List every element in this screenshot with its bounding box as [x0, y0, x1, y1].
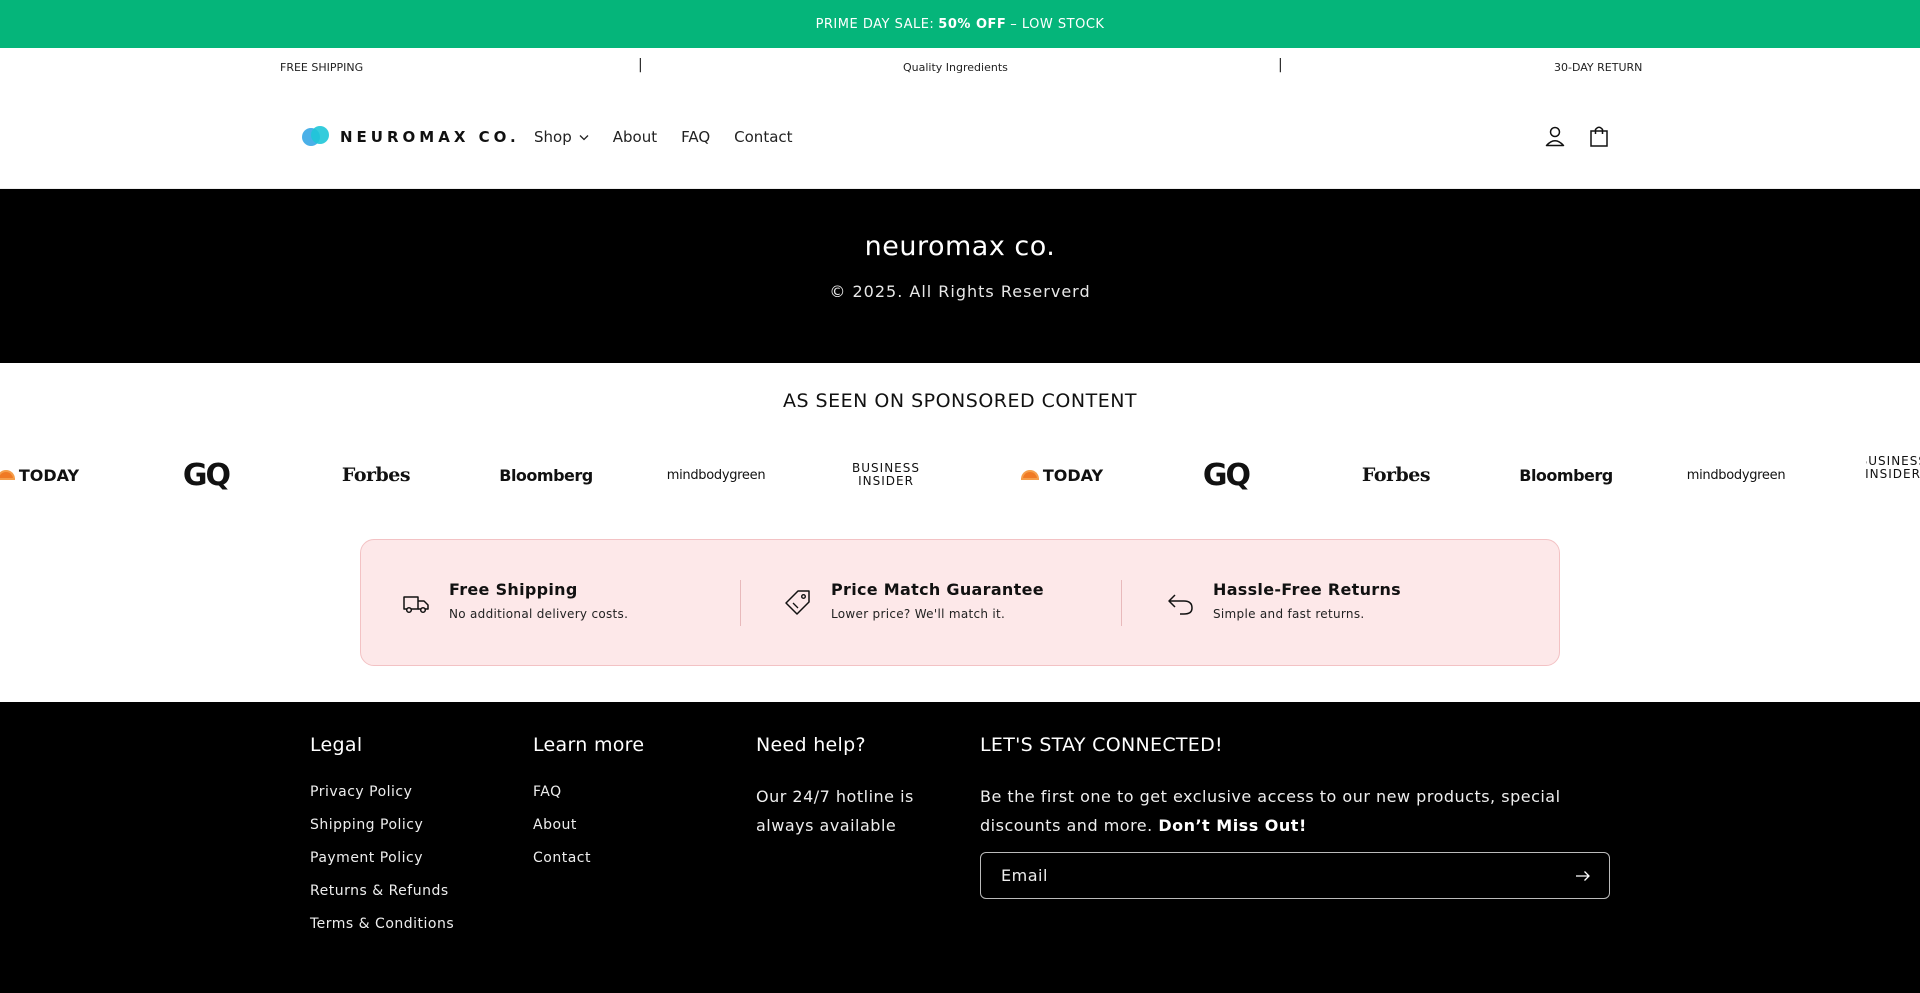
perk-quality-ingredients: Quality Ingredients [903, 61, 1008, 74]
press-logo-label: TODAY [18, 465, 80, 485]
footer-need-help: Need help? Our 24/7 hotline is always av… [756, 734, 946, 840]
guarantee-divider [1121, 580, 1122, 626]
guarantee-title: Free Shipping [449, 580, 578, 599]
logo-icon [302, 126, 329, 148]
footer-heading: Learn more [533, 734, 645, 756]
return-arrow-icon [1168, 594, 1193, 615]
newsletter-form [980, 852, 1610, 899]
perk-free-shipping: FREE SHIPPING [280, 61, 364, 74]
footer-link-faq[interactable]: FAQ [533, 784, 644, 800]
guarantee-subtitle: Simple and fast returns. [1213, 607, 1365, 621]
guarantee-divider [740, 580, 741, 626]
truck-icon [403, 596, 429, 614]
footer-link-returns-refunds[interactable]: Returns & Refunds [310, 883, 454, 899]
press-logo-gq: GQ [1186, 455, 1266, 495]
banner-title: neuromax co. [864, 231, 1056, 262]
arrow-right-icon[interactable] [1575, 870, 1591, 882]
announcement-prefix: PRIME DAY SALE: [815, 16, 935, 32]
account-icon[interactable] [1544, 124, 1566, 148]
perks-strip: FREE SHIPPING | Quality Ingredients | 30… [0, 48, 1920, 88]
perk-30-day-return: 30-DAY RETURN [1554, 61, 1643, 74]
newsletter-text: Be the first one to get exclusive access… [980, 782, 1610, 840]
nav-faq[interactable]: FAQ [681, 128, 710, 146]
guarantees-box: Free Shipping No additional delivery cos… [360, 539, 1560, 666]
footer-link-privacy-policy[interactable]: Privacy Policy [310, 784, 454, 800]
press-logo-mindbodygreen: mindbodygreen [661, 455, 771, 495]
press-logo-label: GQ [182, 457, 231, 493]
cart-icon[interactable] [1588, 124, 1610, 148]
press-logo-business-insider: BUSINESS INSIDER [1866, 455, 1920, 495]
today-sun-icon [0, 470, 15, 480]
press-logo-carousel: TODAY GQ Forbes Bloomberg mindbodygreen … [0, 455, 1920, 495]
chevron-down-icon [579, 134, 589, 140]
guarantee-price-match: Price Match Guarantee Lower price? We'll… [783, 580, 1044, 621]
footer-link-payment-policy[interactable]: Payment Policy [310, 850, 454, 866]
nav-about[interactable]: About [613, 128, 657, 146]
press-logo-forbes: Forbes [1346, 455, 1446, 495]
footer-heading: Need help? [756, 734, 866, 756]
press-logo-today: TODAY [1007, 455, 1117, 495]
nav-shop[interactable]: Shop [534, 128, 589, 146]
press-logo-label: mindbodygreen [666, 467, 766, 483]
site-header: NEUROMAX CO. Shop About FAQ Contact [0, 88, 1920, 189]
footer-heading: Legal [310, 734, 363, 756]
price-tag-icon [785, 590, 810, 615]
perk-separator: | [1278, 57, 1283, 73]
nav-contact-label: Contact [734, 128, 793, 146]
press-section: AS SEEN ON SPONSORED CONTENT TODAY GQ Fo… [0, 363, 1920, 539]
brand-banner: neuromax co. © 2025. All Rights Reserver… [0, 189, 1920, 363]
press-logo-business-insider: BUSINESS INSIDER [836, 455, 936, 495]
press-logo-mindbodygreen: mindbodygreen [1681, 455, 1791, 495]
press-logo-bloomberg: Bloomberg [496, 455, 596, 495]
header-actions [1544, 124, 1610, 148]
nav-faq-label: FAQ [681, 128, 711, 146]
footer-link-about[interactable]: About [533, 817, 644, 833]
guarantee-subtitle: No additional delivery costs. [449, 607, 629, 621]
site-logo[interactable]: NEUROMAX CO. [302, 126, 520, 148]
footer-help-text: Our 24/7 hotline is always available [756, 787, 914, 835]
press-logo-forbes: Forbes [326, 455, 426, 495]
logo-text: NEUROMAX CO. [340, 128, 520, 146]
press-logo-today: TODAY [0, 455, 88, 495]
footer-heading: LET'S STAY CONNECTED! [980, 734, 1223, 756]
nav-about-label: About [612, 128, 658, 146]
nav-shop-label: Shop [534, 128, 572, 146]
press-logo-label: mindbodygreen [1686, 467, 1786, 483]
press-logo-label: Bloomberg [1519, 465, 1613, 485]
footer-legal: Legal Privacy Policy Shipping Policy Pay… [310, 734, 454, 949]
footer-newsletter: LET'S STAY CONNECTED! Be the first one t… [980, 734, 1610, 899]
footer-learn-more: Learn more FAQ About Contact [533, 734, 644, 883]
footer-link-terms-conditions[interactable]: Terms & Conditions [310, 916, 454, 932]
banner-copyright: © 2025. All Rights Reserverd [829, 282, 1091, 301]
press-logo-label: BUSINESS INSIDER [1866, 455, 1920, 481]
guarantee-title: Hassle-Free Returns [1213, 580, 1401, 599]
perk-separator: | [638, 57, 643, 73]
press-logo-bloomberg: Bloomberg [1516, 455, 1616, 495]
nav-contact[interactable]: Contact [734, 128, 792, 146]
guarantee-subtitle: Lower price? We'll match it. [831, 607, 1006, 621]
today-sun-icon [1020, 470, 1039, 480]
press-logo-label: Forbes [341, 464, 411, 486]
announcement-highlight: 50% OFF [938, 16, 1007, 32]
footer-link-contact[interactable]: Contact [533, 850, 644, 866]
press-title: AS SEEN ON SPONSORED CONTENT [782, 390, 1138, 412]
press-logo-gq: GQ [166, 455, 246, 495]
press-logo-label: TODAY [1042, 465, 1104, 485]
guarantee-title: Price Match Guarantee [831, 580, 1044, 599]
email-input[interactable] [1001, 866, 1575, 885]
site-footer: Legal Privacy Policy Shipping Policy Pay… [0, 702, 1920, 993]
footer-link-shipping-policy[interactable]: Shipping Policy [310, 817, 454, 833]
press-logo-label: Bloomberg [499, 465, 593, 485]
newsletter-emphasis: Don’t Miss Out! [1158, 816, 1307, 835]
announcement-suffix: – LOW STOCK [1010, 16, 1105, 32]
press-logo-label: Forbes [1361, 464, 1431, 486]
press-logo-label: BUSINESS INSIDER [852, 461, 920, 488]
announcement-bar: PRIME DAY SALE: 50% OFF – LOW STOCK [0, 0, 1920, 48]
guarantee-free-shipping: Free Shipping No additional delivery cos… [401, 580, 628, 621]
main-nav: Shop About FAQ Contact [534, 128, 793, 146]
press-logo-label: GQ [1202, 457, 1251, 493]
guarantee-returns: Hassle-Free Returns Simple and fast retu… [1165, 580, 1401, 621]
